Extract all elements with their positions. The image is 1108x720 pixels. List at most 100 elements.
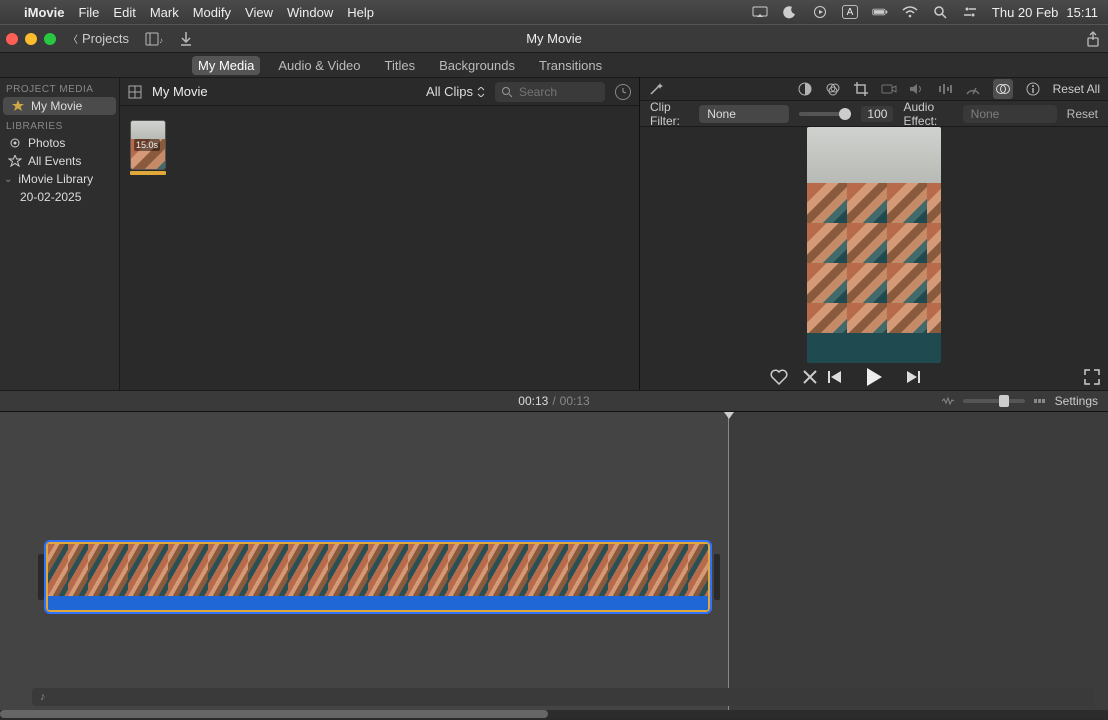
clip-filter-value-button[interactable]: None xyxy=(699,105,789,123)
svg-text:♪: ♪ xyxy=(159,36,163,45)
scrollbar-thumb[interactable] xyxy=(0,710,548,718)
filmstrip-frame xyxy=(108,544,128,596)
search-input[interactable] xyxy=(519,85,589,99)
prev-frame-button-icon[interactable] xyxy=(827,370,843,384)
tab-transitions[interactable]: Transitions xyxy=(533,56,608,75)
import-button-icon[interactable] xyxy=(179,31,193,47)
menu-help[interactable]: Help xyxy=(347,5,374,20)
sidebar-event-date-label: 20-02-2025 xyxy=(20,190,81,204)
wifi-icon[interactable] xyxy=(902,4,918,20)
disclosure-down-icon[interactable]: ⌄ xyxy=(4,174,12,185)
view-mode-icon[interactable] xyxy=(128,85,142,99)
noise-equalizer-icon[interactable] xyxy=(937,81,953,97)
reset-button[interactable]: Reset xyxy=(1067,107,1098,121)
background-music-well[interactable]: ♪ xyxy=(32,688,1094,706)
filmstrip-frame xyxy=(488,544,508,596)
media-library-toggle-icon[interactable]: ♪ xyxy=(145,32,165,46)
timeline-settings-button[interactable]: Settings xyxy=(1055,394,1098,408)
clip-handle-left[interactable] xyxy=(38,554,44,600)
menu-file[interactable]: File xyxy=(78,5,99,20)
sidebar-library-label: iMovie Library xyxy=(18,172,93,186)
replay-icon[interactable] xyxy=(812,4,828,20)
window-zoom-button[interactable] xyxy=(44,33,56,45)
clip-usage-bar xyxy=(130,171,166,175)
zoom-slider[interactable] xyxy=(963,399,1025,403)
speed-icon[interactable] xyxy=(965,81,981,97)
media-tabs: My Media Audio & Video Titles Background… xyxy=(0,52,1108,78)
next-frame-button-icon[interactable] xyxy=(905,370,921,384)
sidebar-photos[interactable]: Photos xyxy=(0,134,119,152)
playhead[interactable] xyxy=(728,412,729,718)
battery-icon[interactable] xyxy=(872,4,888,20)
music-note-icon: ♪ xyxy=(40,691,46,703)
enhance-wand-icon[interactable] xyxy=(648,81,664,97)
reset-all-button[interactable]: Reset All xyxy=(1053,82,1100,96)
share-button-icon[interactable] xyxy=(1084,31,1102,47)
menu-modify[interactable]: Modify xyxy=(193,5,231,20)
fullscreen-button-icon[interactable] xyxy=(1084,369,1100,385)
menu-mark[interactable]: Mark xyxy=(150,5,179,20)
audio-effect-label: Audio Effect: xyxy=(903,100,952,128)
color-balance-icon[interactable] xyxy=(797,81,813,97)
keyboard-input-icon[interactable]: A xyxy=(842,5,858,19)
photos-icon xyxy=(8,137,22,149)
filmstrip-frame xyxy=(608,544,628,596)
menubar-time[interactable]: 15:11 xyxy=(1066,5,1098,20)
zoom-knob[interactable] xyxy=(999,395,1009,407)
filmstrip-frame xyxy=(668,544,688,596)
reject-button-icon[interactable] xyxy=(802,369,818,385)
filmstrip-frame xyxy=(48,544,68,596)
favorite-button-icon[interactable] xyxy=(770,369,788,385)
library-sidebar: PROJECT MEDIA My Movie LIBRARIES Photos … xyxy=(0,78,120,390)
crop-icon[interactable] xyxy=(853,81,869,97)
search-icon xyxy=(501,86,513,98)
timeline-clip[interactable]: /*placeholder so structure isn't empty; … xyxy=(46,542,710,612)
filmstrip-frame xyxy=(588,544,608,596)
horizontal-scrollbar[interactable] xyxy=(0,710,1108,718)
star-outline-icon xyxy=(8,155,22,167)
clips-filter-dropdown[interactable]: All Clips xyxy=(426,84,485,99)
window-close-button[interactable] xyxy=(6,33,18,45)
filmstrip-frame xyxy=(268,544,288,596)
menubar-date[interactable]: Thu 20 Feb xyxy=(992,5,1059,20)
slider-knob[interactable] xyxy=(839,108,851,120)
media-clip[interactable]: 15.0s xyxy=(130,120,166,175)
tab-titles[interactable]: Titles xyxy=(379,56,422,75)
tab-audio-video[interactable]: Audio & Video xyxy=(272,56,366,75)
clock-icon[interactable] xyxy=(615,84,631,100)
back-to-projects-button[interactable]: 〈 Projects xyxy=(68,31,129,46)
app-menu[interactable]: iMovie xyxy=(24,5,64,20)
play-button-icon[interactable] xyxy=(865,367,883,387)
window-minimize-button[interactable] xyxy=(25,33,37,45)
tab-backgrounds[interactable]: Backgrounds xyxy=(433,56,521,75)
menu-window[interactable]: Window xyxy=(287,5,333,20)
sidebar-library[interactable]: ⌄ iMovie Library xyxy=(0,170,119,188)
clip-filter-slider[interactable] xyxy=(799,112,851,116)
filmstrip-frame xyxy=(568,544,588,596)
clip-duration-badge: 15.0s xyxy=(134,139,160,151)
control-center-icon[interactable] xyxy=(962,4,978,20)
tab-my-media[interactable]: My Media xyxy=(192,56,260,75)
clip-filmstrip: /*placeholder so structure isn't empty; … xyxy=(48,544,708,596)
sidebar-event-date[interactable]: 20-02-2025 xyxy=(0,188,119,206)
spotlight-icon[interactable] xyxy=(932,4,948,20)
search-field[interactable] xyxy=(495,82,605,102)
menu-view[interactable]: View xyxy=(245,5,273,20)
zoom-out-indicator-icon xyxy=(941,397,955,405)
project-toolbar: 〈 Projects ♪ My Movie xyxy=(0,24,1108,52)
clip-audio-waveform[interactable] xyxy=(48,596,708,612)
do-not-disturb-icon[interactable] xyxy=(782,4,798,20)
timeline[interactable]: /*placeholder so structure isn't empty; … xyxy=(0,412,1108,718)
info-icon[interactable] xyxy=(1025,81,1041,97)
volume-icon[interactable] xyxy=(909,81,925,97)
clip-handle-right[interactable] xyxy=(714,554,720,600)
stabilization-icon[interactable] xyxy=(881,81,897,97)
clip-filter-icon[interactable] xyxy=(993,79,1013,99)
sidebar-all-events[interactable]: All Events xyxy=(0,152,119,170)
sidebar-project-item[interactable]: My Movie xyxy=(3,97,116,115)
screen-mirror-icon[interactable] xyxy=(752,4,768,20)
audio-effect-value-button[interactable]: None xyxy=(963,105,1057,123)
color-correction-icon[interactable] xyxy=(825,81,841,97)
menu-edit[interactable]: Edit xyxy=(113,5,135,20)
filmstrip-frame xyxy=(248,544,268,596)
